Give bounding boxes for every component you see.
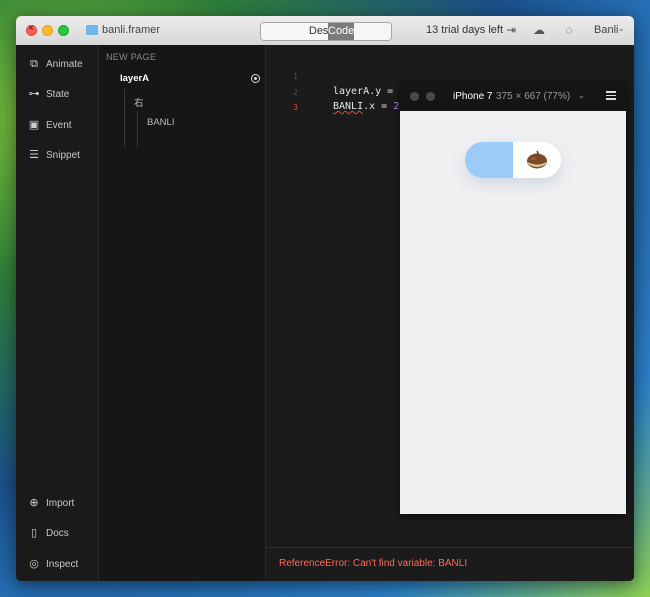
layer-a-preview[interactable] — [465, 142, 561, 178]
event-icon: ▣ — [28, 119, 40, 131]
layer-a-right-half — [513, 142, 561, 178]
snippet-icon: ☰ — [29, 149, 39, 161]
sidebar-item-label: Event — [46, 119, 72, 131]
docs-icon: ▯ — [30, 527, 38, 539]
chevron-down-icon[interactable]: ⌄ — [618, 24, 625, 33]
line-number-error: 3 — [293, 103, 298, 112]
sidebar-item-label: Import — [46, 497, 75, 509]
chevron-down-icon[interactable]: ⌄ — [578, 91, 585, 100]
share-icon[interactable]: ⇥ — [504, 23, 518, 37]
sidebar-item-label: State — [46, 88, 70, 100]
maximize-button[interactable] — [58, 25, 69, 36]
cloud-icon[interactable]: ☁ — [532, 23, 546, 37]
device-preview: iPhone 7 375 × 667 (77%) ⌄ — [400, 82, 626, 514]
target-icon[interactable] — [251, 74, 260, 83]
title-bar: banli.framer Design Code 13 trial days l… — [16, 16, 634, 46]
preview-toolbar: iPhone 7 375 × 667 (77%) ⌄ — [400, 82, 626, 111]
tab-code[interactable]: Code — [328, 23, 355, 40]
sidebar-item-label: Animate — [46, 58, 83, 70]
state-icon: ⊶ — [28, 88, 40, 100]
import-icon: ⊕ — [29, 497, 39, 509]
tab-design[interactable]: Design — [261, 23, 391, 40]
sidebar-item-docs[interactable]: ▯ Docs — [28, 525, 69, 541]
line-number: 1 — [293, 72, 298, 81]
close-button[interactable] — [26, 23, 37, 36]
preview-close-button[interactable] — [410, 92, 419, 101]
layer-item[interactable]: 右 — [134, 95, 144, 109]
menu-icon[interactable] — [606, 91, 616, 100]
sidebar-item-snippet[interactable]: ☰ Snippet — [28, 147, 80, 163]
animate-icon: ⧉ — [30, 58, 38, 70]
inspect-icon: ◎ — [29, 558, 39, 570]
layers-panel: NEW PAGE layerA 右 BANLI — [99, 45, 266, 581]
code-line-3[interactable]: BANLI.x = 20 — [333, 101, 405, 112]
sidebar-item-inspect[interactable]: ◎ Inspect — [28, 556, 78, 572]
framer-window: banli.framer Design Code 13 trial days l… — [16, 16, 634, 581]
error-message: ReferenceError: Can't find variable: BAN… — [279, 558, 468, 569]
tree-line — [137, 111, 138, 147]
mode-switch: Design Code — [260, 22, 392, 41]
line-number: 2 — [293, 88, 298, 97]
sidebar-item-event[interactable]: ▣ Event — [28, 117, 72, 133]
tree-line — [124, 89, 125, 147]
user-menu[interactable]: Banli — [594, 24, 618, 36]
window-title: banli.framer — [102, 24, 161, 36]
sidebar-item-animate[interactable]: ⧉ Animate — [28, 56, 83, 72]
sidebar: ⧉ Animate ⊶ State ▣ Event ☰ Snippet ⊕ Im… — [16, 45, 99, 581]
layer-item[interactable]: BANLI — [147, 117, 174, 128]
code-var-error: BANLI — [333, 101, 364, 112]
layer-a-left-half — [465, 142, 513, 178]
preview-minimize-button[interactable] — [426, 92, 435, 101]
error-bar: ReferenceError: Can't find variable: BAN… — [266, 547, 634, 581]
code-var: layerA — [333, 86, 370, 97]
minimize-button[interactable] — [42, 25, 53, 36]
device-resolution[interactable]: 375 × 667 (77%) — [496, 91, 570, 102]
sidebar-item-label: Docs — [46, 527, 69, 539]
comment-icon[interactable]: ◌ — [562, 23, 576, 37]
device-name[interactable]: iPhone 7 — [453, 91, 492, 102]
document-icon — [86, 25, 98, 35]
chestnut-icon — [527, 150, 547, 169]
sidebar-item-label: Snippet — [46, 149, 80, 161]
sidebar-item-state[interactable]: ⊶ State — [28, 86, 70, 102]
sidebar-item-import[interactable]: ⊕ Import — [28, 495, 74, 511]
code-prop: .x = — [363, 101, 394, 112]
layer-item[interactable]: layerA — [120, 73, 149, 84]
code-prop: .y = — [369, 86, 400, 97]
layers-header: NEW PAGE — [106, 52, 157, 62]
trial-status: 13 trial days left — [426, 24, 504, 36]
sidebar-item-label: Inspect — [46, 558, 79, 570]
